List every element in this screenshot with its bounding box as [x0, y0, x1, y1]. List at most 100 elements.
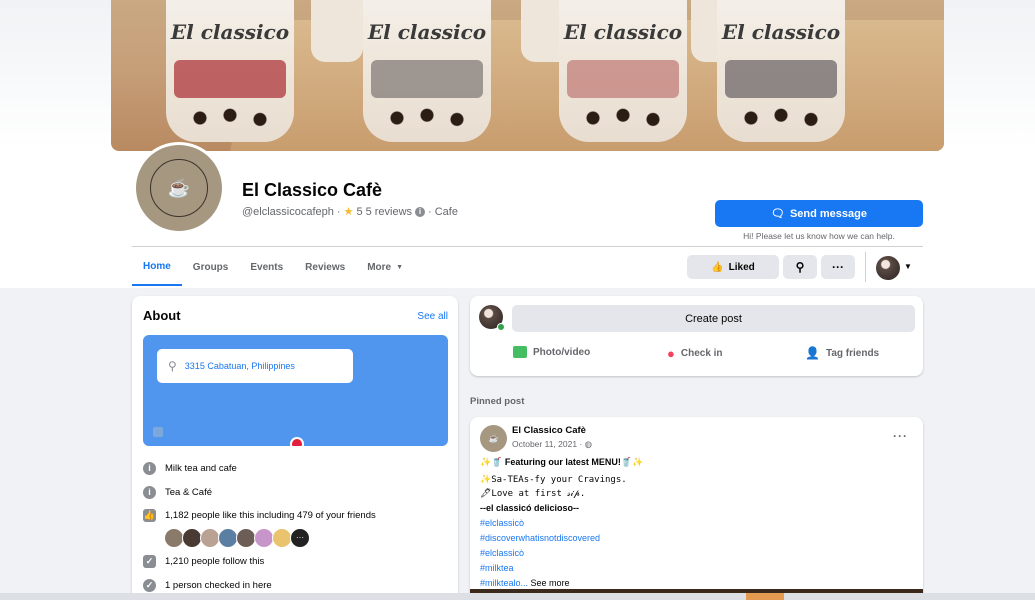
cover-cup [311, 0, 363, 62]
friends-avatars[interactable]: ··· [164, 528, 310, 548]
cup-layer [174, 60, 286, 98]
more-options-button[interactable]: ··· [821, 255, 855, 279]
hashtag-link[interactable]: #discoverwhatisnotdiscovered [480, 533, 600, 543]
create-post-input[interactable]: Create post [512, 305, 915, 332]
photo-icon [513, 346, 527, 358]
tab-home[interactable]: Home [132, 248, 182, 286]
tag-friends-icon: 👤 [805, 346, 820, 360]
page-handle: @elclassicocafeph [242, 205, 334, 218]
bottom-chip [746, 593, 784, 600]
tab-label: Groups [192, 261, 229, 273]
rating-value: 5 [356, 205, 363, 218]
bottom-strip [0, 593, 1035, 600]
about-item: 👍 1,182 people like this including 479 o… [143, 509, 376, 522]
photo-video-button[interactable]: Photo/video [513, 346, 590, 358]
photo-video-label: Photo/video [533, 346, 591, 358]
page-tabs: Home Groups Events Reviews More ▼ [132, 248, 414, 286]
cup-layer [567, 60, 679, 98]
info-icon: i [143, 462, 156, 475]
tab-label: Home [143, 260, 171, 272]
location-pin-icon [290, 437, 304, 446]
tag-friends-button[interactable]: 👤 Tag friends [805, 346, 879, 360]
search-button[interactable]: ⚲ [783, 255, 817, 279]
tab-groups[interactable]: Groups [182, 248, 240, 286]
post-text-line: --el classicó delicioso-- [480, 503, 580, 513]
send-message-button[interactable]: 🗨 Send message [715, 200, 923, 227]
about-item-text: 1 person checked in here [165, 580, 272, 591]
about-item-text: Tea & Café [165, 487, 212, 498]
location-map[interactable]: ⚲ 3315 Cabatuan, Philippines [143, 335, 448, 446]
location-pin-icon: ⚲ [168, 359, 177, 373]
avatar[interactable] [236, 528, 256, 548]
post-date-text: October 11, 2021 · [512, 439, 583, 449]
cup-pearls [731, 104, 831, 132]
avatar[interactable] [218, 528, 238, 548]
action-divider [865, 252, 866, 282]
more-friends-icon[interactable]: ··· [290, 528, 310, 548]
tab-events[interactable]: Events [239, 248, 294, 286]
see-all-link[interactable]: See all [417, 311, 448, 322]
pinned-post-card: ☕ El Classico Cafè October 11, 2021 · ◍ … [470, 417, 923, 600]
tag-friends-label: Tag friends [825, 347, 880, 359]
pinned-post-label: Pinned post [470, 396, 525, 407]
about-item: ✓ 1,210 people follow this [143, 555, 264, 568]
cover-photo[interactable]: El classico El classico El classico El c… [111, 0, 944, 151]
address-text: 3315 Cabatuan, Philippines [184, 361, 295, 371]
profile-picture[interactable]: ☕ [133, 142, 225, 234]
caret-down-icon: ▼ [396, 263, 404, 271]
liked-label: Liked [728, 261, 755, 273]
post-author[interactable]: El Classico Cafè [512, 425, 586, 436]
avatar[interactable]: ☕ [480, 425, 507, 452]
acting-as-avatar[interactable] [876, 256, 900, 280]
cover-cup: El classico [166, 0, 294, 142]
thumbs-up-icon: 👍 [143, 509, 156, 522]
map-marker-icon [153, 427, 163, 437]
separator: · [428, 205, 432, 218]
send-message-hint: Hi! Please let us know how we can help. [743, 231, 895, 241]
about-title: About [143, 308, 181, 323]
check-in-button[interactable]: ● Check in [667, 346, 723, 361]
about-item-text: 1,182 people like this including 479 of … [165, 510, 376, 521]
see-more-link[interactable]: See more [531, 578, 570, 588]
tab-more[interactable]: More ▼ [356, 248, 414, 286]
about-card: About See all ⚲ 3315 Cabatuan, Philippin… [132, 296, 458, 600]
about-item-text: Milk tea and cafe [165, 463, 237, 474]
page-category[interactable]: Cafe [435, 206, 458, 218]
post-date[interactable]: October 11, 2021 · ◍ [512, 439, 592, 450]
coffee-cup-icon: ☕ [150, 159, 208, 217]
post-more-icon[interactable]: ··· [893, 429, 908, 443]
avatar[interactable] [200, 528, 220, 548]
caret-down-icon[interactable]: ▼ [904, 262, 912, 271]
avatar[interactable] [272, 528, 292, 548]
avatar[interactable] [182, 528, 202, 548]
avatar[interactable] [254, 528, 274, 548]
tab-reviews[interactable]: Reviews [294, 248, 356, 286]
hashtag-link[interactable]: #elclassicò [480, 548, 524, 558]
post-text-line: #milktealo... See more [480, 578, 570, 588]
cup-layer [371, 60, 483, 98]
info-icon: i [143, 486, 156, 499]
about-item: i Milk tea and cafe [143, 462, 237, 475]
tab-label: Reviews [305, 261, 346, 273]
address-label[interactable]: ⚲ 3315 Cabatuan, Philippines [157, 349, 353, 383]
about-item: ✓ 1 person checked in here [143, 579, 272, 592]
check-in-label: Check in [680, 348, 723, 359]
page-title: El Classico Cafè [242, 180, 383, 200]
hashtag-link[interactable]: #milktealo... [480, 578, 528, 588]
info-icon[interactable]: i [415, 206, 426, 217]
tab-label: Events [250, 261, 284, 273]
online-status-icon [497, 323, 505, 331]
follow-icon: ✓ [143, 555, 156, 568]
hashtag-link[interactable]: #elclassicò [480, 518, 524, 528]
cup-pearls [180, 104, 280, 132]
search-icon: ⚲ [795, 260, 805, 274]
reviews-link[interactable]: 5 reviews [366, 206, 412, 218]
cup-brand: El classico [721, 20, 841, 44]
send-message-label: Send message [789, 207, 867, 220]
avatar[interactable] [164, 528, 184, 548]
cover-cup: El classico [363, 0, 491, 142]
post-text-line: ✨🥤 Featuring our latest MENU!🥤✨ [480, 457, 644, 467]
hashtag-link[interactable]: #milktea [480, 563, 514, 573]
page-meta: @elclassicocafeph · ★ 5 5 reviews i · Ca… [242, 205, 458, 219]
liked-button[interactable]: 👍 Liked [687, 255, 779, 279]
